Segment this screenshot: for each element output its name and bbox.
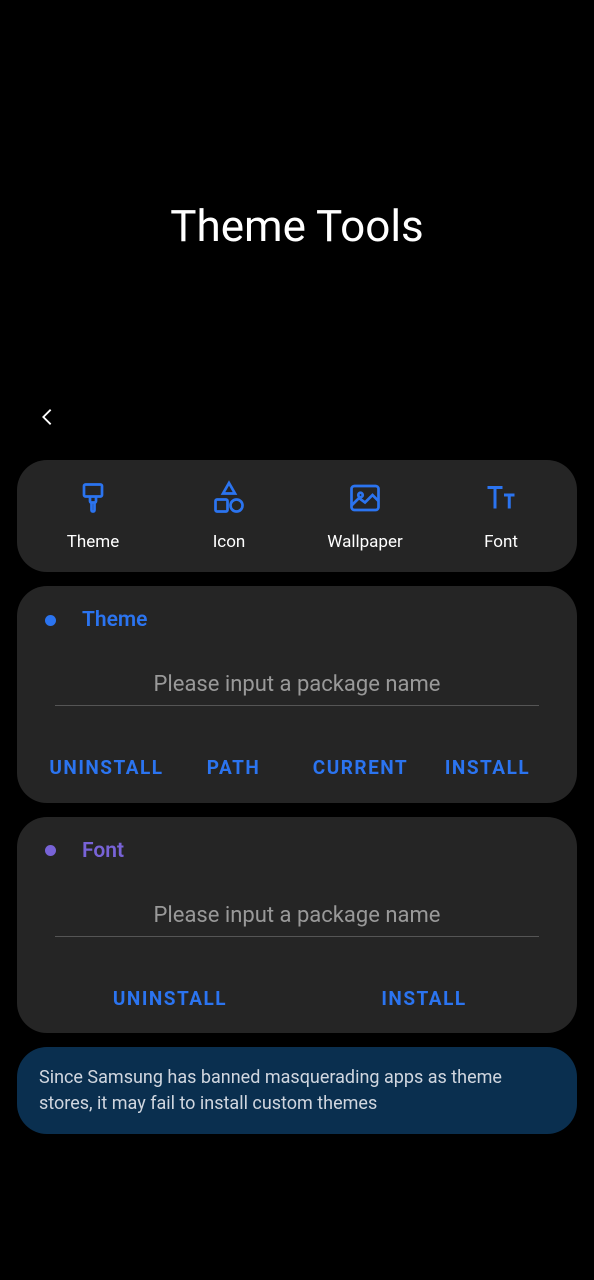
tab-font-label: Font [484, 532, 518, 552]
back-nav [0, 252, 594, 432]
notice-text: Since Samsung has banned masquerading ap… [39, 1065, 555, 1115]
dot-icon [45, 845, 56, 856]
theme-install-button[interactable]: INSTALL [426, 756, 549, 781]
font-section: Font UNINSTALL INSTALL [17, 817, 577, 1034]
brush-icon [75, 480, 111, 516]
theme-path-button[interactable]: PATH [172, 756, 295, 781]
dot-icon [45, 615, 56, 626]
tab-icon-label: Icon [213, 532, 246, 552]
tab-theme-label: Theme [67, 532, 119, 552]
font-input-wrap [45, 895, 549, 937]
font-actions: UNINSTALL INSTALL [45, 987, 549, 1012]
theme-input-wrap [45, 664, 549, 706]
tab-wallpaper-label: Wallpaper [327, 532, 402, 552]
tab-font[interactable]: Font [433, 480, 569, 552]
font-package-input[interactable] [55, 895, 539, 937]
image-icon [347, 480, 383, 516]
tab-theme[interactable]: Theme [25, 480, 161, 552]
back-button[interactable] [32, 402, 62, 432]
theme-current-button[interactable]: CURRENT [299, 756, 422, 781]
header: Theme Tools [0, 0, 594, 252]
theme-section-title: Theme [82, 608, 147, 632]
theme-section: Theme UNINSTALL PATH CURRENT INSTALL [17, 586, 577, 803]
content: Theme Icon Wallpaper [0, 432, 594, 1134]
theme-uninstall-button[interactable]: UNINSTALL [45, 756, 168, 781]
page-title: Theme Tools [0, 200, 594, 252]
theme-section-header: Theme [45, 608, 549, 632]
chevron-left-icon [36, 403, 58, 431]
shapes-icon [211, 480, 247, 516]
theme-actions: UNINSTALL PATH CURRENT INSTALL [45, 756, 549, 781]
font-uninstall-button[interactable]: UNINSTALL [45, 987, 295, 1012]
tab-wallpaper[interactable]: Wallpaper [297, 480, 433, 552]
font-section-header: Font [45, 839, 549, 863]
category-tabs: Theme Icon Wallpaper [17, 460, 577, 572]
notice-card: Since Samsung has banned masquerading ap… [17, 1047, 577, 1133]
font-install-button[interactable]: INSTALL [299, 987, 549, 1012]
tab-icon[interactable]: Icon [161, 480, 297, 552]
theme-package-input[interactable] [55, 664, 539, 706]
font-section-title: Font [82, 839, 124, 863]
font-icon [483, 480, 519, 516]
